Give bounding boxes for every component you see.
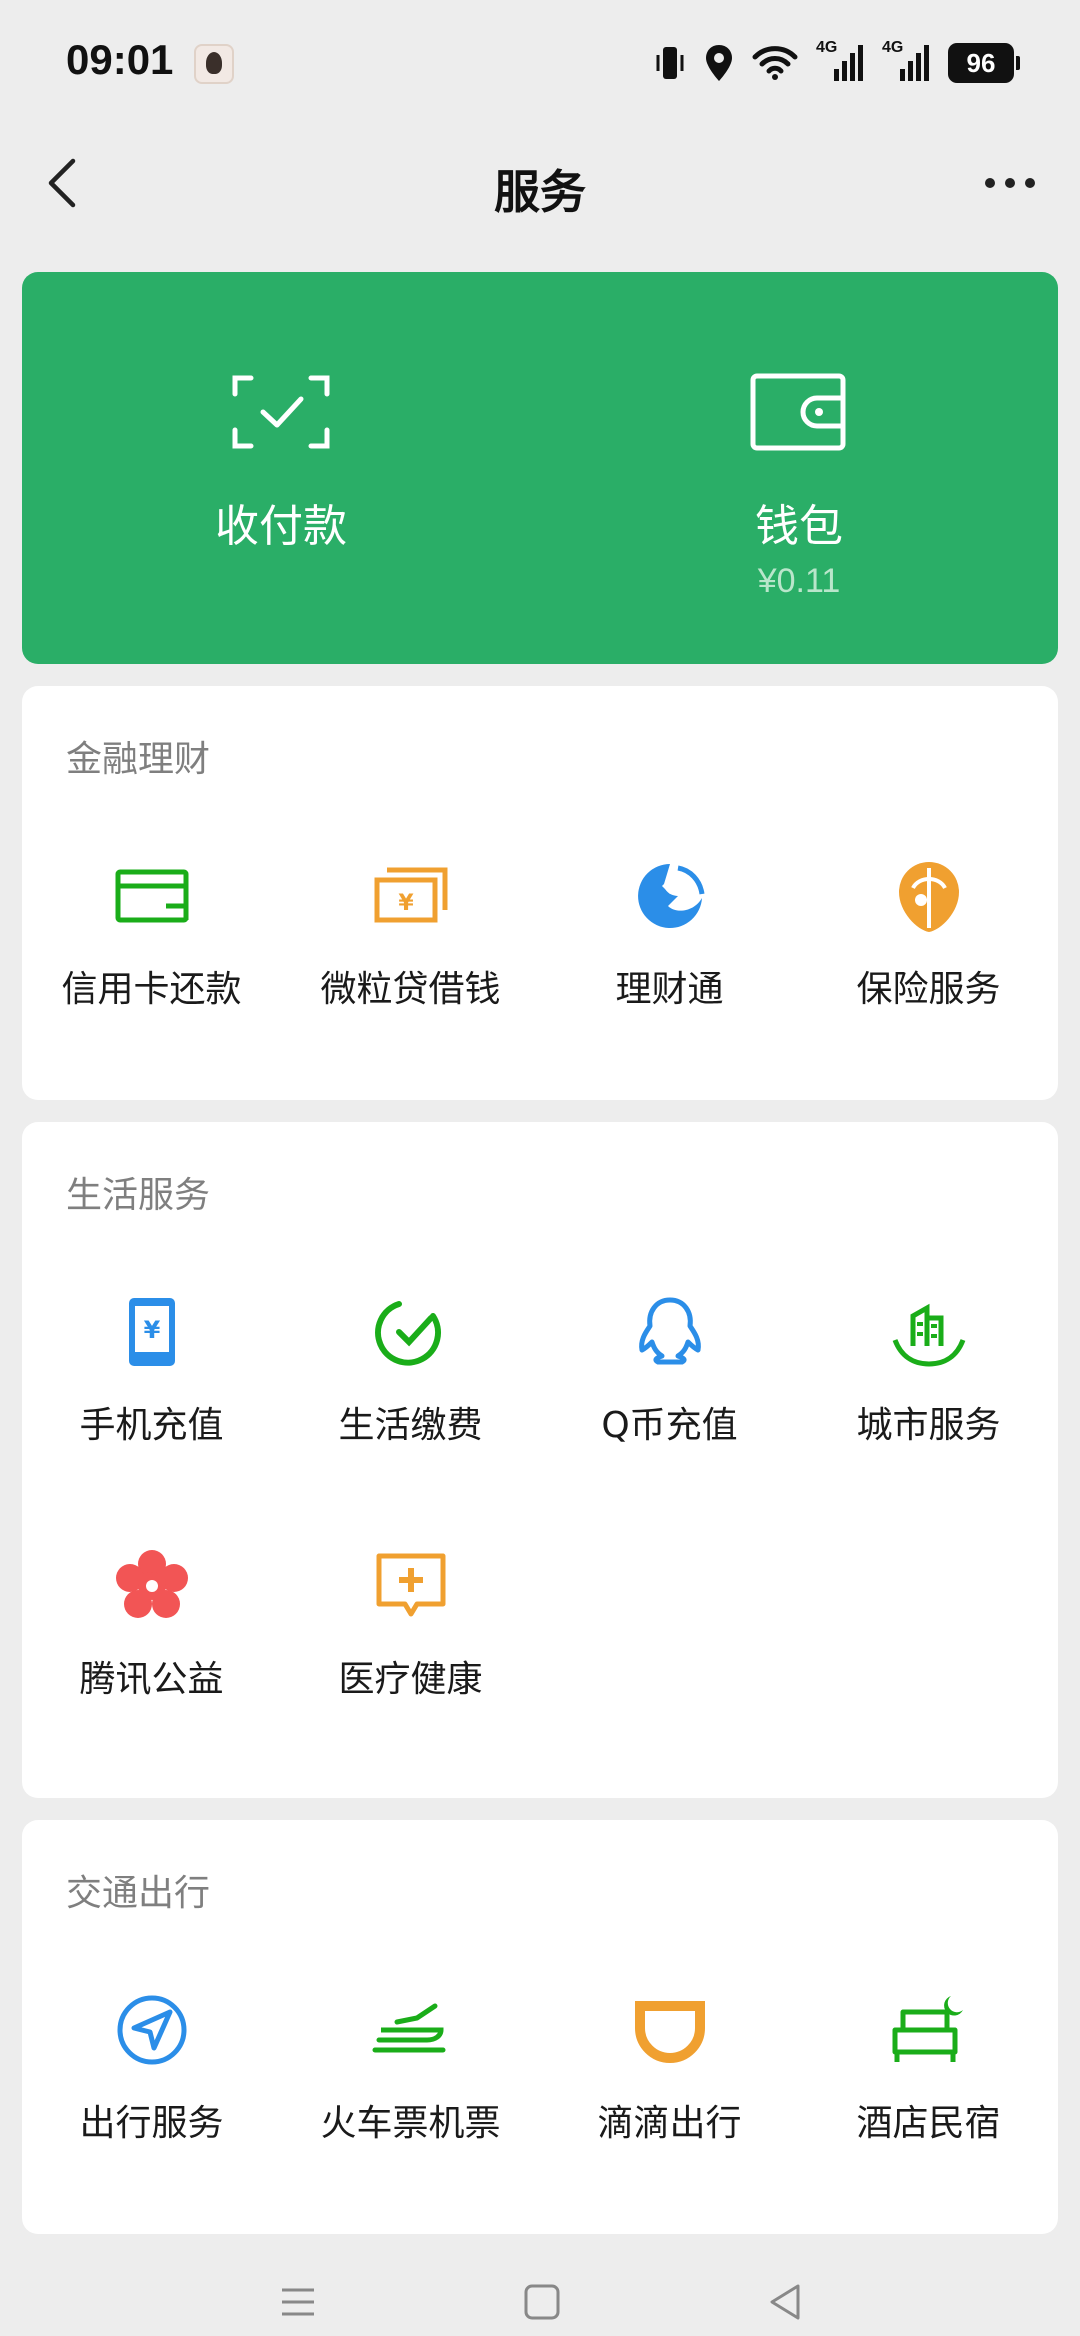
grid-label: 出行服务 [79,2103,224,2144]
status-avatar-icon [194,44,234,84]
status-time: 09:01 [66,36,174,83]
scan-pay-icon [232,375,330,449]
more-button[interactable] [970,148,1050,218]
grid-item-credit-card[interactable]: 信用卡还款 [22,856,281,1056]
grid-item-loan[interactable]: ¥ 微粒贷借钱 [281,856,540,1056]
qq-coin-icon [630,1292,710,1372]
status-bar: 09:01 4G 4G 96 [0,0,1080,120]
travel-icon [112,1990,192,2070]
grid-item-medical[interactable]: 医疗健康 [281,1546,540,1746]
grid-label: 酒店民宿 [856,2103,1001,2144]
wallet-balance: ¥0.11 [757,562,841,600]
grid-item-insurance[interactable]: 保险服务 [799,856,1058,1056]
grid-label: 滴滴出行 [597,2103,742,2144]
phone-topup-icon: ¥ [112,1292,192,1372]
wifi-icon [752,46,798,80]
section-title: 交通出行 [66,1873,211,1914]
back-nav-icon[interactable] [764,2280,808,2324]
section-finance: 金融理财 信用卡还款 ¥ 微粒贷借钱 理财通 保险服务 [22,686,1058,1100]
wallet-label: 钱包 [755,501,843,552]
hotel-icon [889,1990,969,2070]
grid-item-qq-coin[interactable]: Q币充值 [540,1292,799,1492]
credit-card-icon [112,856,192,936]
grid-label: 保险服务 [856,969,1001,1010]
wallet-icon [750,373,846,451]
grid-item-phone-topup[interactable]: ¥ 手机充值 [22,1292,281,1492]
grid-item-city[interactable]: 城市服务 [799,1292,1058,1492]
grid-label: 手机充值 [79,1405,224,1446]
signal-2-icon: 4G [882,39,930,83]
more-dot-icon [985,178,995,188]
loan-icon: ¥ [371,856,451,936]
grid-label: 腾讯公益 [79,1659,224,1700]
grid-label: 信用卡还款 [61,969,242,1010]
grid-item-didi[interactable]: 滴滴出行 [540,1990,799,2190]
didi-icon [630,1990,710,2070]
grid-label: Q币充值 [601,1405,738,1446]
grid-label: 火车票机票 [320,2103,501,2144]
vibrate-icon [656,47,684,79]
grid-item-wealth[interactable]: 理财通 [540,856,799,1056]
section-title: 生活服务 [66,1175,211,1216]
grid-item-charity[interactable]: 腾讯公益 [22,1546,281,1746]
insurance-icon [889,856,969,936]
wealth-icon [630,856,710,936]
train-plane-icon [371,1990,451,2070]
wallet-button[interactable]: 钱包 ¥0.11 [540,272,1058,664]
city-icon [889,1292,969,1372]
grid-item-utility[interactable]: 生活缴费 [281,1292,540,1492]
section-life: 生活服务 ¥ 手机充值 生活缴费 Q币充值 城市服务 腾讯公益 医疗健康 [22,1122,1058,1798]
grid-label: 医疗健康 [338,1659,483,1700]
svg-text:¥: ¥ [143,1316,160,1344]
svg-text:¥: ¥ [398,891,414,916]
location-icon [706,45,732,81]
hero-card: 收付款 钱包 ¥0.11 [22,272,1058,664]
grid-label: 微粒贷借钱 [320,969,501,1010]
grid-item-travel[interactable]: 出行服务 [22,1990,281,2190]
more-dot-icon [1025,178,1035,188]
signal-1-icon: 4G [816,39,864,83]
grid-label: 城市服务 [856,1405,1001,1446]
charity-icon [112,1546,192,1626]
status-icons: 4G 4G 96 [654,39,1020,84]
system-nav-bar [0,2270,1080,2336]
pay-label: 收付款 [215,501,347,552]
menu-nav-icon[interactable] [276,2280,320,2324]
nav-bar: 服务 [0,130,1080,240]
more-dot-icon [1005,178,1015,188]
page-title: 服务 [494,165,586,219]
home-nav-icon[interactable] [520,2280,564,2324]
grid-label: 理财通 [615,969,724,1010]
grid-item-hotel[interactable]: 酒店民宿 [799,1990,1058,2190]
battery-indicator: 96 [948,43,1020,83]
pay-button[interactable]: 收付款 [22,272,540,664]
section-transport: 交通出行 出行服务 火车票机票 滴滴出行 酒店民宿 [22,1820,1058,2234]
section-title: 金融理财 [66,739,211,780]
grid-item-train-plane[interactable]: 火车票机票 [281,1990,540,2190]
grid-label: 生活缴费 [338,1405,483,1446]
utility-icon [371,1292,451,1372]
medical-icon [371,1546,451,1626]
